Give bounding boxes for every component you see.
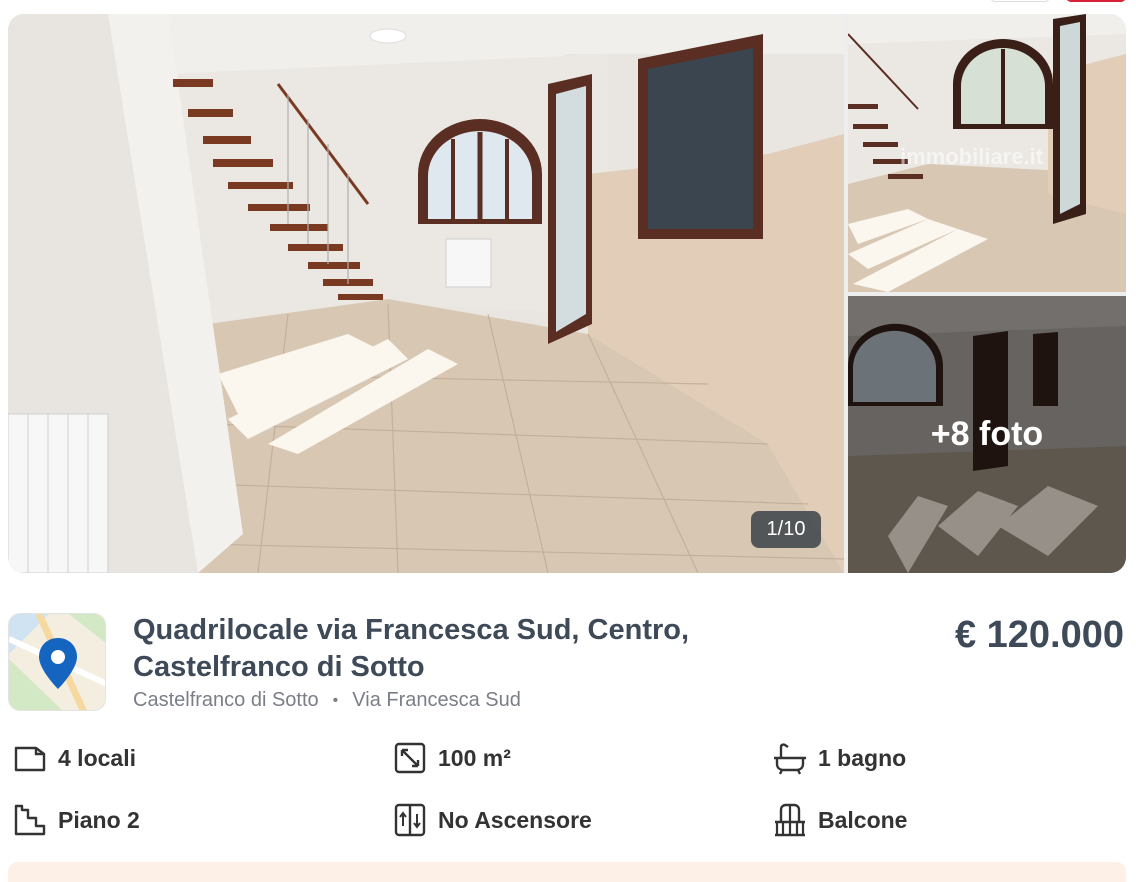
top-primary-button[interactable] (1066, 0, 1126, 2)
main-photo[interactable]: 1/10 (8, 14, 844, 573)
feature-floor: Piano 2 (12, 802, 140, 838)
location-separator: • (332, 691, 339, 709)
feature-label: No Ascensore (438, 806, 592, 833)
top-bar (0, 0, 1136, 12)
feature-label: 100 m² (438, 744, 511, 771)
feature-label: 4 locali (58, 744, 136, 771)
location-city: Castelfranco di Sotto (133, 689, 319, 711)
elevator-icon (392, 802, 428, 838)
bathtub-icon (772, 740, 808, 776)
listing-location: Castelfranco di Sotto • Via Francesca Su… (133, 689, 521, 712)
bottom-notice-banner (8, 862, 1126, 882)
location-street: Via Francesca Sud (352, 689, 521, 711)
listing-title[interactable]: Quadrilocale via Francesca Sud, Centro, … (133, 612, 773, 686)
side-photo-1[interactable]: immobiliare.it (848, 14, 1126, 292)
watermark-text: immobiliare.it (900, 144, 1044, 169)
rooms-icon (12, 740, 48, 776)
listing-price: € 120.000 (954, 614, 1124, 656)
balcony-icon (772, 802, 808, 838)
feature-label: 1 bagno (818, 744, 907, 771)
photo-gallery[interactable]: 1/10 immobiliare.it +8 foto (8, 14, 1126, 573)
stairs-icon (12, 802, 48, 838)
feature-elevator: No Ascensore (392, 802, 592, 838)
map-thumbnail[interactable] (8, 613, 106, 711)
feature-bathrooms: 1 bagno (772, 740, 906, 776)
feature-label: Balcone (818, 806, 908, 833)
more-photos-label: +8 foto (848, 296, 1126, 573)
side-photo-2-more[interactable]: +8 foto (848, 296, 1126, 573)
feature-label: Piano 2 (58, 806, 140, 833)
top-secondary-button[interactable] (990, 0, 1050, 2)
photo-counter-badge: 1/10 (751, 511, 821, 548)
feature-balcony: Balcone (772, 802, 907, 838)
surface-icon (392, 740, 428, 776)
feature-rooms: 4 locali (12, 740, 136, 776)
feature-surface: 100 m² (392, 740, 511, 776)
